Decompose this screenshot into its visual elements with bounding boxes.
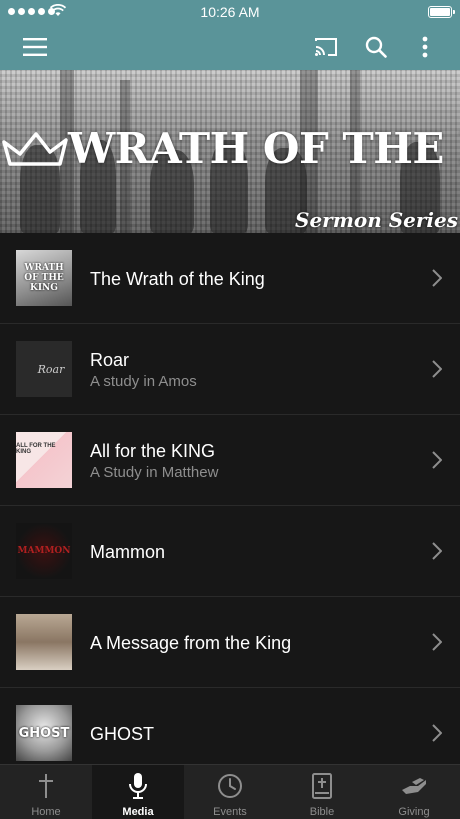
series-title: GHOST bbox=[90, 724, 155, 744]
chevron-right-icon bbox=[432, 360, 442, 378]
series-thumbnail: ALL FOR THE KING bbox=[16, 432, 72, 488]
clock-icon bbox=[218, 774, 242, 798]
more-vert-icon bbox=[422, 36, 428, 58]
series-thumbnail: WRATH OF THE KING bbox=[16, 250, 72, 306]
chevron-right-icon bbox=[432, 269, 442, 287]
banner-subtitle: Sermon Series bbox=[295, 208, 458, 232]
series-thumbnail bbox=[16, 614, 72, 670]
battery-icon bbox=[428, 6, 455, 18]
list-item[interactable]: ALL FOR THE KING All for the KING A Stud… bbox=[0, 415, 460, 506]
series-thumbnail: MAMMON bbox=[16, 523, 72, 579]
list-item[interactable]: WRATH OF THE KING The Wrath of the King bbox=[0, 233, 460, 324]
tab-label: Events bbox=[213, 806, 247, 818]
tab-giving[interactable]: Giving bbox=[368, 765, 460, 819]
thumbnail-label: GHOST bbox=[18, 725, 70, 741]
series-list: WRATH OF THE KING The Wrath of the King … bbox=[0, 233, 460, 779]
thumbnail-label: ALL FOR THE KING bbox=[16, 443, 56, 455]
app-bar bbox=[0, 24, 460, 70]
tab-bar: Home Media Events Bible Giving bbox=[0, 764, 460, 819]
tab-label: Giving bbox=[398, 806, 430, 818]
series-title: A Message from the King bbox=[90, 633, 292, 653]
thumbnail-label: MAMMON bbox=[17, 546, 71, 556]
cross-icon bbox=[39, 774, 53, 798]
cast-button[interactable] bbox=[303, 24, 349, 70]
bible-icon bbox=[312, 773, 332, 799]
series-title: Roar bbox=[90, 350, 130, 370]
tab-label: Home bbox=[31, 806, 61, 818]
series-title: All for the KING bbox=[90, 441, 216, 461]
tab-home[interactable]: Home bbox=[0, 765, 92, 819]
tab-label: Bible bbox=[309, 806, 335, 818]
chevron-right-icon bbox=[432, 724, 442, 742]
crown-icon bbox=[2, 132, 68, 166]
banner-title: WRATH OF THE KING bbox=[68, 124, 460, 173]
list-item[interactable]: MAMMON Mammon bbox=[0, 506, 460, 597]
more-button[interactable] bbox=[402, 24, 448, 70]
series-subtitle: A Study in Matthew bbox=[90, 464, 219, 481]
tab-media[interactable]: Media bbox=[92, 765, 184, 819]
series-banner[interactable]: WRATH OF THE KING Sermon Series bbox=[0, 70, 460, 233]
menu-icon bbox=[23, 38, 47, 56]
tab-events[interactable]: Events bbox=[184, 765, 276, 819]
status-bar: 10:26 AM bbox=[0, 0, 460, 24]
series-title: Mammon bbox=[90, 542, 166, 562]
chevron-right-icon bbox=[432, 633, 442, 651]
giving-hand-icon bbox=[402, 778, 426, 794]
status-time: 10:26 AM bbox=[200, 4, 260, 20]
tab-label: Media bbox=[122, 806, 154, 818]
menu-button[interactable] bbox=[12, 24, 58, 70]
thumbnail-label: WRATH OF THE KING bbox=[24, 263, 64, 293]
tab-bible[interactable]: Bible bbox=[276, 765, 368, 819]
series-title: The Wrath of the King bbox=[90, 269, 265, 289]
search-icon bbox=[365, 36, 387, 58]
list-item[interactable]: A Message from the King bbox=[0, 597, 460, 688]
search-button[interactable] bbox=[353, 24, 399, 70]
series-thumbnail: Roar bbox=[16, 341, 72, 397]
series-subtitle: A study in Amos bbox=[90, 373, 197, 390]
series-thumbnail: GHOST bbox=[16, 705, 72, 761]
thumbnail-label: Roar bbox=[37, 362, 65, 376]
chevron-right-icon bbox=[432, 451, 442, 469]
chevron-right-icon bbox=[432, 542, 442, 560]
cast-icon bbox=[315, 38, 337, 56]
list-item[interactable]: Roar Roar A study in Amos bbox=[0, 324, 460, 415]
microphone-icon bbox=[129, 773, 147, 799]
